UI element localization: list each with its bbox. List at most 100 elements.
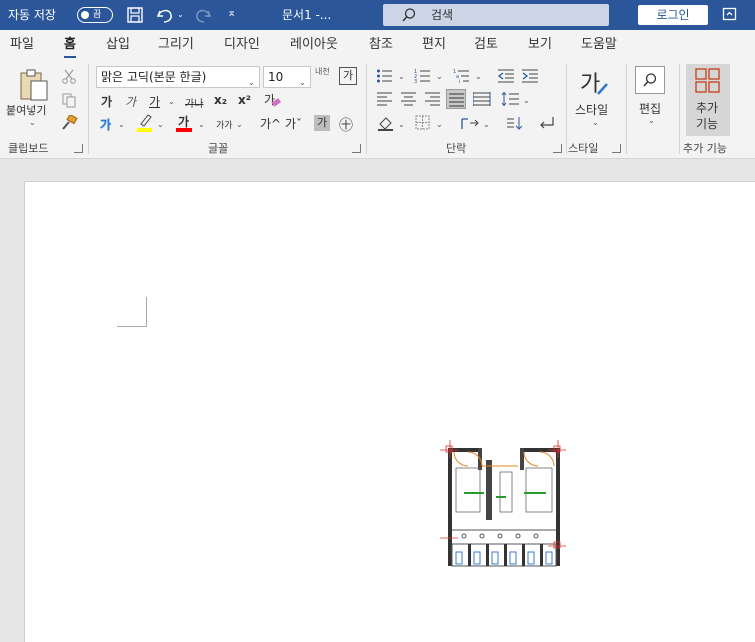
highlight-color-bar (137, 128, 152, 132)
editing-chevron-icon: ⌄ (648, 116, 655, 125)
customize-toolbar-icon[interactable]: ⌅ (227, 6, 236, 19)
styles-launcher-icon[interactable] (612, 144, 621, 153)
styles-chevron-icon: ⌄ (592, 118, 599, 127)
styles-brush-icon (597, 83, 608, 95)
login-button[interactable]: 로그인 (638, 5, 708, 25)
text-direction-chevron-icon[interactable]: ⌄ (483, 120, 490, 129)
underline-chevron-icon[interactable]: ⌄ (168, 97, 175, 106)
font-group-label: 글꼴 (208, 142, 229, 155)
line-spacing-icon[interactable] (501, 91, 521, 107)
group-separator (626, 64, 627, 154)
borders-chevron-icon[interactable]: ⌄ (436, 120, 443, 129)
bullets-chevron-icon[interactable]: ⌄ (398, 72, 405, 81)
shading-icon[interactable] (377, 115, 395, 131)
font-name-value: 맑은 고딕(본문 한글) (101, 70, 207, 84)
highlighter-icon[interactable] (137, 113, 153, 127)
change-case-chevron-icon[interactable]: ⌄ (236, 120, 243, 129)
group-separator (566, 64, 567, 154)
save-icon[interactable] (126, 6, 144, 24)
italic-button[interactable]: 가 (125, 93, 136, 110)
styles-label: 스타일 (575, 103, 609, 117)
clipboard-launcher-icon[interactable] (74, 144, 83, 153)
styles-group-label: 스타일 (568, 142, 599, 155)
autosave-toggle[interactable]: 끔 (77, 7, 113, 23)
floor-plan-image[interactable] (440, 440, 566, 570)
font-size-value: 10 (268, 70, 284, 84)
cut-icon (62, 69, 76, 84)
font-launcher-icon[interactable] (352, 144, 361, 153)
styles-button[interactable]: 가 스타일 ⌄ (572, 64, 618, 136)
tab-review[interactable]: 검토 (474, 30, 498, 60)
chevron-down-icon: ⌄ (248, 78, 255, 87)
numbering-icon[interactable]: 1 2 3 (414, 68, 434, 84)
line-spacing-chevron-icon[interactable]: ⌄ (523, 96, 530, 105)
undo-dropdown-chevron-icon[interactable]: ⌄ (177, 10, 184, 19)
tab-references[interactable]: 참조 (369, 30, 393, 60)
sort-icon[interactable] (506, 115, 524, 131)
grow-font-button[interactable]: 가^ (260, 115, 281, 132)
tab-design[interactable]: 디자인 (224, 30, 260, 60)
bullets-icon[interactable] (376, 68, 396, 84)
addins-button[interactable]: 추가 기능 (686, 64, 730, 136)
align-center-icon[interactable] (401, 92, 417, 106)
paste-icon[interactable] (18, 68, 50, 102)
tab-file[interactable]: 파일 (10, 30, 34, 60)
editing-icon-frame (635, 66, 665, 94)
find-icon (643, 73, 657, 87)
tab-insert[interactable]: 삽입 (106, 30, 130, 60)
numbering-chevron-icon[interactable]: ⌄ (436, 72, 443, 81)
undo-icon[interactable] (155, 6, 175, 24)
enclose-characters-button[interactable]: ㊉ (339, 115, 353, 135)
multilevel-chevron-icon[interactable]: ⌄ (475, 72, 482, 81)
tab-layout[interactable]: 레이아웃 (290, 30, 338, 60)
tab-help[interactable]: 도움말 (581, 30, 617, 60)
align-right-icon[interactable] (425, 92, 441, 106)
ribbon-display-options-icon[interactable] (722, 7, 738, 23)
underline-button[interactable]: 가 (149, 93, 160, 110)
paste-chevron-icon[interactable]: ⌄ (29, 118, 36, 127)
highlight-chevron-icon[interactable]: ⌄ (157, 120, 164, 129)
format-painter-icon[interactable] (60, 115, 78, 131)
increase-indent-icon[interactable] (522, 68, 540, 84)
paragraph-launcher-icon[interactable] (553, 144, 562, 153)
group-separator (366, 64, 367, 154)
character-shading-button[interactable]: 가 (314, 115, 330, 131)
paste-label[interactable]: 붙여넣기 (6, 102, 46, 118)
text-direction-icon[interactable] (460, 115, 480, 131)
svg-text:i: i (459, 79, 460, 84)
font-color-chevron-icon[interactable]: ⌄ (198, 120, 205, 129)
title-bar: 자동 저장 끔 ⌄ ⌅ 문서1 -... 검색 로그인 (0, 0, 755, 30)
phonetic-guide-button[interactable]: 내천 (315, 66, 330, 77)
shrink-font-button[interactable]: 가ˇ (285, 115, 302, 132)
multilevel-list-icon[interactable]: 1 a i (453, 68, 473, 84)
change-case-button[interactable]: 가가 (216, 118, 233, 131)
tab-draw[interactable]: 그리기 (158, 30, 194, 60)
font-name-select[interactable]: 맑은 고딕(본문 한글) ⌄ (96, 66, 260, 88)
distributed-icon[interactable] (473, 92, 491, 106)
document-title: 문서1 -... (282, 8, 332, 22)
redo-icon (196, 9, 212, 23)
bold-button[interactable]: 가 (101, 93, 112, 110)
character-border-button[interactable]: 가 (339, 67, 357, 85)
paragraph-marks-icon[interactable] (537, 115, 555, 131)
search-box[interactable]: 검색 (383, 4, 609, 26)
align-left-icon[interactable] (377, 92, 393, 106)
editing-button[interactable]: 편집 ⌄ (631, 64, 671, 134)
subscript-button[interactable]: x₂ (214, 93, 227, 107)
document-page[interactable] (24, 181, 755, 642)
tab-home[interactable]: 홈 (64, 30, 76, 60)
shading-chevron-icon[interactable]: ⌄ (398, 120, 405, 129)
font-color-bar (176, 128, 192, 132)
addins-grid-icon (695, 68, 720, 93)
group-separator (88, 64, 89, 154)
superscript-button[interactable]: x² (238, 93, 251, 107)
text-effects-button[interactable]: 가 (100, 116, 111, 133)
font-size-select[interactable]: 10 ⌄ (263, 66, 311, 88)
tab-mailings[interactable]: 편지 (422, 30, 446, 60)
text-effects-chevron-icon[interactable]: ⌄ (118, 120, 125, 129)
decrease-indent-icon[interactable] (498, 68, 516, 84)
strikethrough-button[interactable]: 가나 (185, 95, 203, 110)
justify-button[interactable] (446, 89, 466, 109)
borders-icon[interactable] (415, 115, 431, 131)
tab-view[interactable]: 보기 (528, 30, 552, 60)
